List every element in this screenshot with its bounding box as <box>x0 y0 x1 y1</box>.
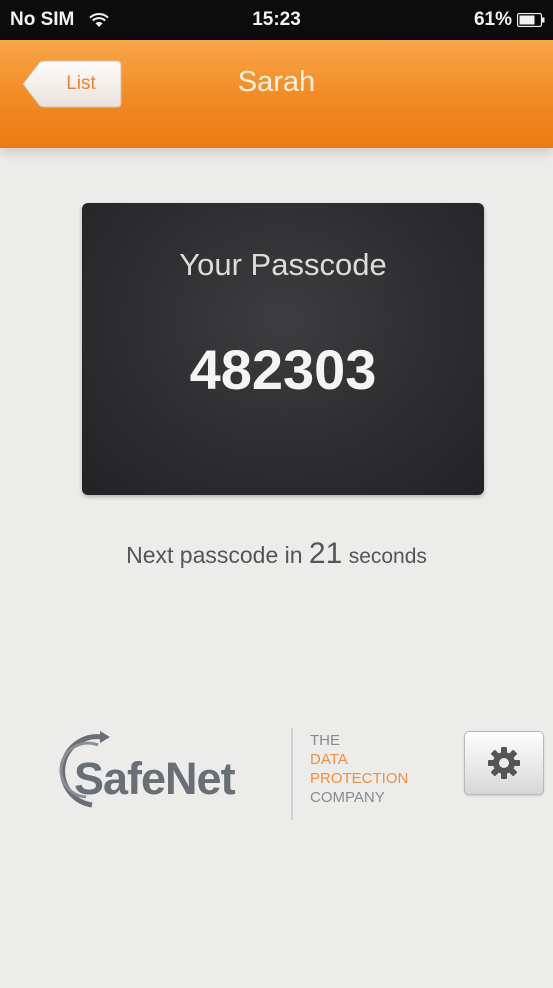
status-right: 61% <box>474 9 545 31</box>
back-button-label: List <box>66 73 96 94</box>
passcode-title: Your Passcode <box>179 247 387 282</box>
countdown-unit: seconds <box>348 545 427 568</box>
tagline-line: COMPANY <box>310 789 385 806</box>
status-bar: No SIM 15:23 61% <box>0 0 553 40</box>
tagline-line: DATA <box>310 751 348 768</box>
nav-title: Sarah <box>237 66 316 98</box>
status-time: 15:23 <box>252 9 301 30</box>
settings-button[interactable] <box>464 731 544 795</box>
logo-text: SafeNet <box>74 753 236 804</box>
tagline-divider <box>291 728 293 820</box>
safenet-logo: SafeNet <box>40 723 288 819</box>
battery-percent: 61% <box>473 9 512 30</box>
gear-icon <box>488 747 520 779</box>
tagline: THE DATA PROTECTION COMPANY <box>310 731 408 807</box>
passcode-card: Your Passcode 482303 <box>82 203 484 495</box>
passcode-value: 482303 <box>189 338 377 401</box>
tagline-line: PROTECTION <box>310 770 409 787</box>
navigation-bar: List Sarah <box>0 40 553 148</box>
battery-icon <box>517 13 545 27</box>
tagline-line: THE <box>310 732 340 749</box>
countdown-text: Next passcode in 21 seconds <box>0 537 553 571</box>
countdown-prefix: Next passcode in <box>126 542 303 568</box>
countdown-seconds: 21 <box>308 537 343 570</box>
back-button[interactable]: List <box>22 60 122 108</box>
